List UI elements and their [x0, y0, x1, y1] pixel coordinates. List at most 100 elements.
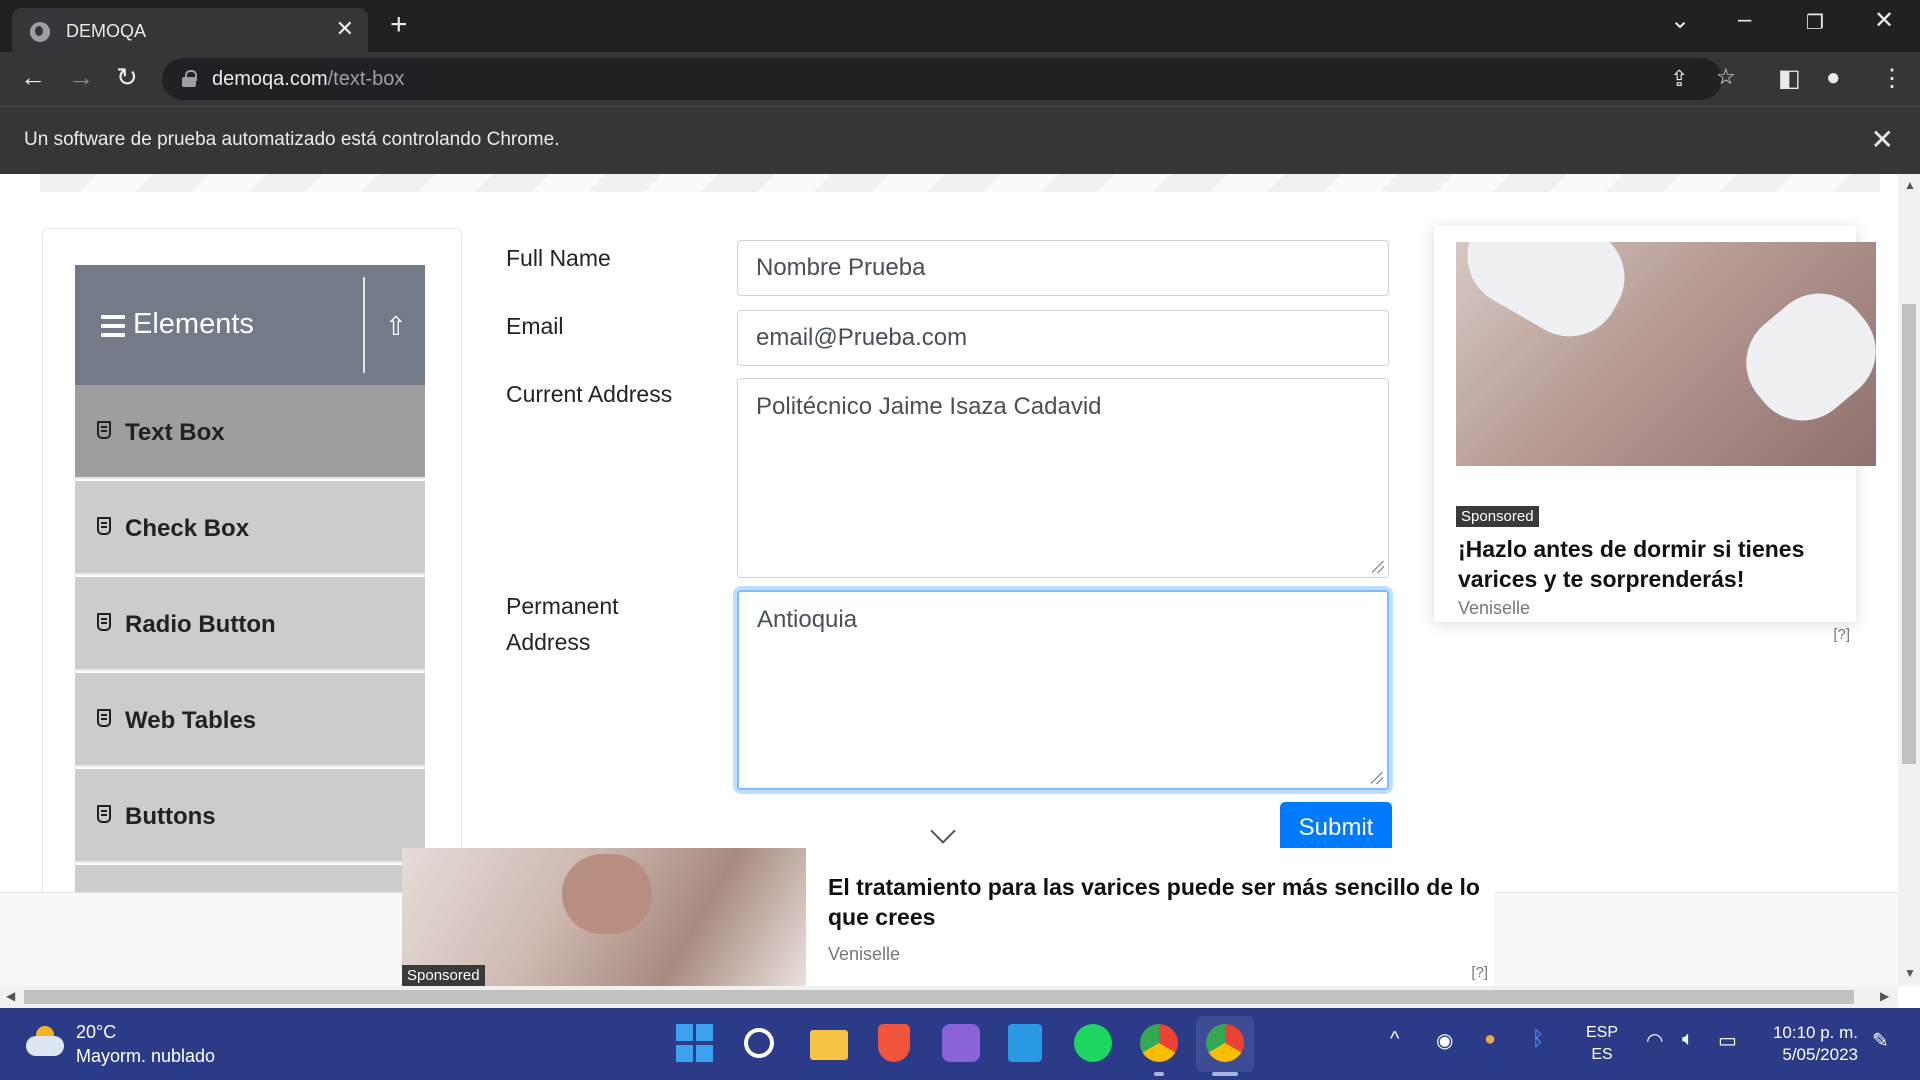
sponsored-ad-right[interactable]: Sponsored ¡Hazlo antes de dormir si tien… — [1434, 226, 1876, 643]
vertical-scrollbar[interactable]: ▲ ▼ — [1898, 174, 1920, 986]
ad-headline[interactable]: ¡Hazlo antes de dormir si tienes varices… — [1458, 534, 1858, 594]
ad-headline[interactable]: El tratamiento para las varices puede se… — [828, 872, 1488, 932]
automation-infobar: Un software de prueba automatizado está … — [0, 106, 1920, 174]
automation-notice: Un software de prueba automatizado está … — [24, 129, 560, 150]
reload-button[interactable]: ↻ — [116, 62, 138, 93]
notifications-icon[interactable]: ✎ — [1872, 1028, 1889, 1053]
sidebar-item-label: Radio Button — [125, 611, 276, 638]
app-icon[interactable] — [942, 1024, 980, 1062]
url-text[interactable]: demoqa.com/text-box — [212, 68, 404, 91]
sponsored-ad-bottom[interactable]: Sponsored El tratamiento para las varice… — [402, 848, 1494, 986]
collapse-up-icon[interactable]: ⇧ — [385, 311, 407, 342]
sidebar-item-buttons[interactable]: Buttons — [75, 769, 425, 863]
language-code: ESP — [1586, 1024, 1619, 1041]
horizontal-scroll-thumb[interactable] — [24, 990, 1854, 1004]
infobar-close-icon[interactable]: ✕ — [1871, 123, 1894, 156]
browser-tab-strip: DEMOQA ✕ + ⌄ – ❐ ✕ — [0, 0, 1920, 52]
side-panel-icon[interactable]: ◧ — [1778, 64, 1801, 93]
ad-image[interactable] — [1456, 242, 1876, 466]
sidebar-item-text-box[interactable]: Text Box — [75, 385, 425, 479]
share-icon[interactable]: ⇪ — [1670, 66, 1688, 92]
sidebar-item-check-box[interactable]: Check Box — [75, 481, 425, 575]
ad-image-glove — [1725, 273, 1876, 441]
url-host: demoqa.com — [212, 68, 328, 90]
windows-start-icon[interactable] — [676, 1024, 714, 1062]
system-clock[interactable]: 10:10 p. m. 5/05/2023 — [1766, 1022, 1858, 1066]
vscode-icon[interactable] — [1008, 1024, 1042, 1062]
forward-button[interactable]: → — [68, 62, 94, 93]
sidebar-item-web-tables[interactable]: Web Tables — [75, 673, 425, 767]
restore-button[interactable]: ❐ — [1806, 10, 1824, 35]
brave-browser-icon[interactable] — [878, 1024, 910, 1062]
html5-icon — [97, 613, 111, 631]
permanent-address-label-line1: Permanent — [506, 593, 619, 619]
resize-grip-icon[interactable] — [1371, 772, 1383, 784]
permanent-address-label: Permanent Address — [506, 588, 619, 660]
ad-brand[interactable]: Veniselle — [1458, 598, 1530, 619]
ad-brand[interactable]: Veniselle — [828, 944, 900, 965]
group-title: Elements — [133, 308, 254, 340]
minimize-button[interactable]: – — [1738, 6, 1751, 34]
search-icon[interactable] — [744, 1028, 774, 1058]
battery-icon[interactable]: ▭ — [1718, 1028, 1737, 1053]
page-viewport: Elements ⇧ Text Box Check Box Radio Butt… — [0, 174, 1898, 986]
bookmark-star-icon[interactable]: ☆ — [1716, 64, 1736, 90]
browser-tab[interactable]: DEMOQA ✕ — [12, 8, 368, 52]
volume-icon[interactable]: 🔈︎ — [1682, 1028, 1694, 1051]
horizontal-scrollbar[interactable]: ◀ ▶ — [0, 986, 1898, 1008]
vertical-scroll-thumb[interactable] — [1902, 304, 1916, 764]
chrome-icon-active[interactable] — [1206, 1024, 1244, 1062]
browser-toolbar: ← → ↻ demoqa.com/text-box ⇪ ☆ ◧ ● ⋮ — [0, 52, 1920, 106]
app-tray-icon[interactable]: ● — [1484, 1028, 1496, 1051]
new-tab-button[interactable]: + — [390, 8, 408, 42]
current-address-label: Current Address — [506, 381, 673, 407]
html5-icon — [97, 517, 111, 535]
scroll-right-arrow-icon[interactable]: ▶ — [1880, 989, 1889, 1003]
left-panel: Elements ⇧ Text Box Check Box Radio Butt… — [42, 228, 462, 986]
weather-cloudy-icon[interactable] — [26, 1026, 64, 1056]
chrome-icon[interactable] — [1140, 1024, 1178, 1062]
permanent-address-textarea[interactable]: Antioquia — [737, 590, 1389, 790]
weather-description[interactable]: Mayorm. nublado — [76, 1046, 215, 1067]
hamburger-icon — [101, 315, 125, 337]
chevron-down-icon[interactable] — [930, 818, 956, 844]
full-name-input[interactable] — [737, 240, 1389, 296]
scroll-up-arrow-icon[interactable]: ▲ — [1904, 178, 1916, 192]
language-indicator[interactable]: ESP ES — [1586, 1022, 1618, 1066]
menu-kebab-icon[interactable]: ⋮ — [1880, 64, 1904, 93]
address-bar[interactable]: demoqa.com/text-box ⇪ ☆ — [162, 58, 1736, 100]
tab-close-icon[interactable]: ✕ — [336, 16, 354, 42]
bluetooth-icon[interactable]: ᛒ — [1532, 1028, 1544, 1051]
spotify-icon[interactable] — [1074, 1024, 1112, 1062]
weather-temperature[interactable]: 20°C — [76, 1022, 116, 1043]
profile-icon[interactable]: ● — [1826, 64, 1841, 92]
wifi-icon[interactable]: ◠ — [1646, 1028, 1663, 1053]
elements-group-header[interactable]: Elements ⇧ — [75, 265, 425, 385]
site-globe-icon — [30, 22, 50, 42]
current-address-value: Politécnico Jaime Isaza Cadavid — [756, 393, 1102, 420]
scroll-left-arrow-icon[interactable]: ◀ — [6, 989, 15, 1003]
current-address-textarea[interactable]: Politécnico Jaime Isaza Cadavid — [737, 378, 1389, 578]
obs-icon[interactable]: ◉ — [1436, 1028, 1453, 1053]
url-path: /text-box — [327, 68, 405, 90]
lock-icon[interactable] — [182, 70, 197, 87]
email-input[interactable] — [737, 310, 1389, 366]
html5-icon — [97, 421, 111, 439]
ad-info-link[interactable]: [?] — [1833, 626, 1850, 643]
show-hidden-icons-chevron-icon[interactable]: ^ — [1390, 1028, 1399, 1051]
ad-image-glove — [1456, 242, 1643, 355]
scroll-down-arrow-icon[interactable]: ▼ — [1904, 966, 1916, 980]
ad-info-link[interactable]: [?] — [1471, 964, 1488, 981]
close-window-button[interactable]: ✕ — [1874, 6, 1894, 35]
html5-icon — [97, 709, 111, 727]
back-button[interactable]: ← — [20, 62, 46, 93]
active-indicator — [1212, 1072, 1238, 1076]
submit-button[interactable]: Submit — [1280, 802, 1392, 854]
keyboard-layout: ES — [1591, 1046, 1613, 1063]
file-explorer-icon[interactable] — [810, 1030, 848, 1060]
permanent-address-value: Antioquia — [757, 606, 858, 633]
tab-search-chevron-icon[interactable]: ⌄ — [1670, 6, 1690, 35]
resize-grip-icon[interactable] — [1372, 561, 1384, 573]
sidebar-item-radio-button[interactable]: Radio Button — [75, 577, 425, 671]
sidebar-item-label: Text Box — [125, 419, 225, 446]
